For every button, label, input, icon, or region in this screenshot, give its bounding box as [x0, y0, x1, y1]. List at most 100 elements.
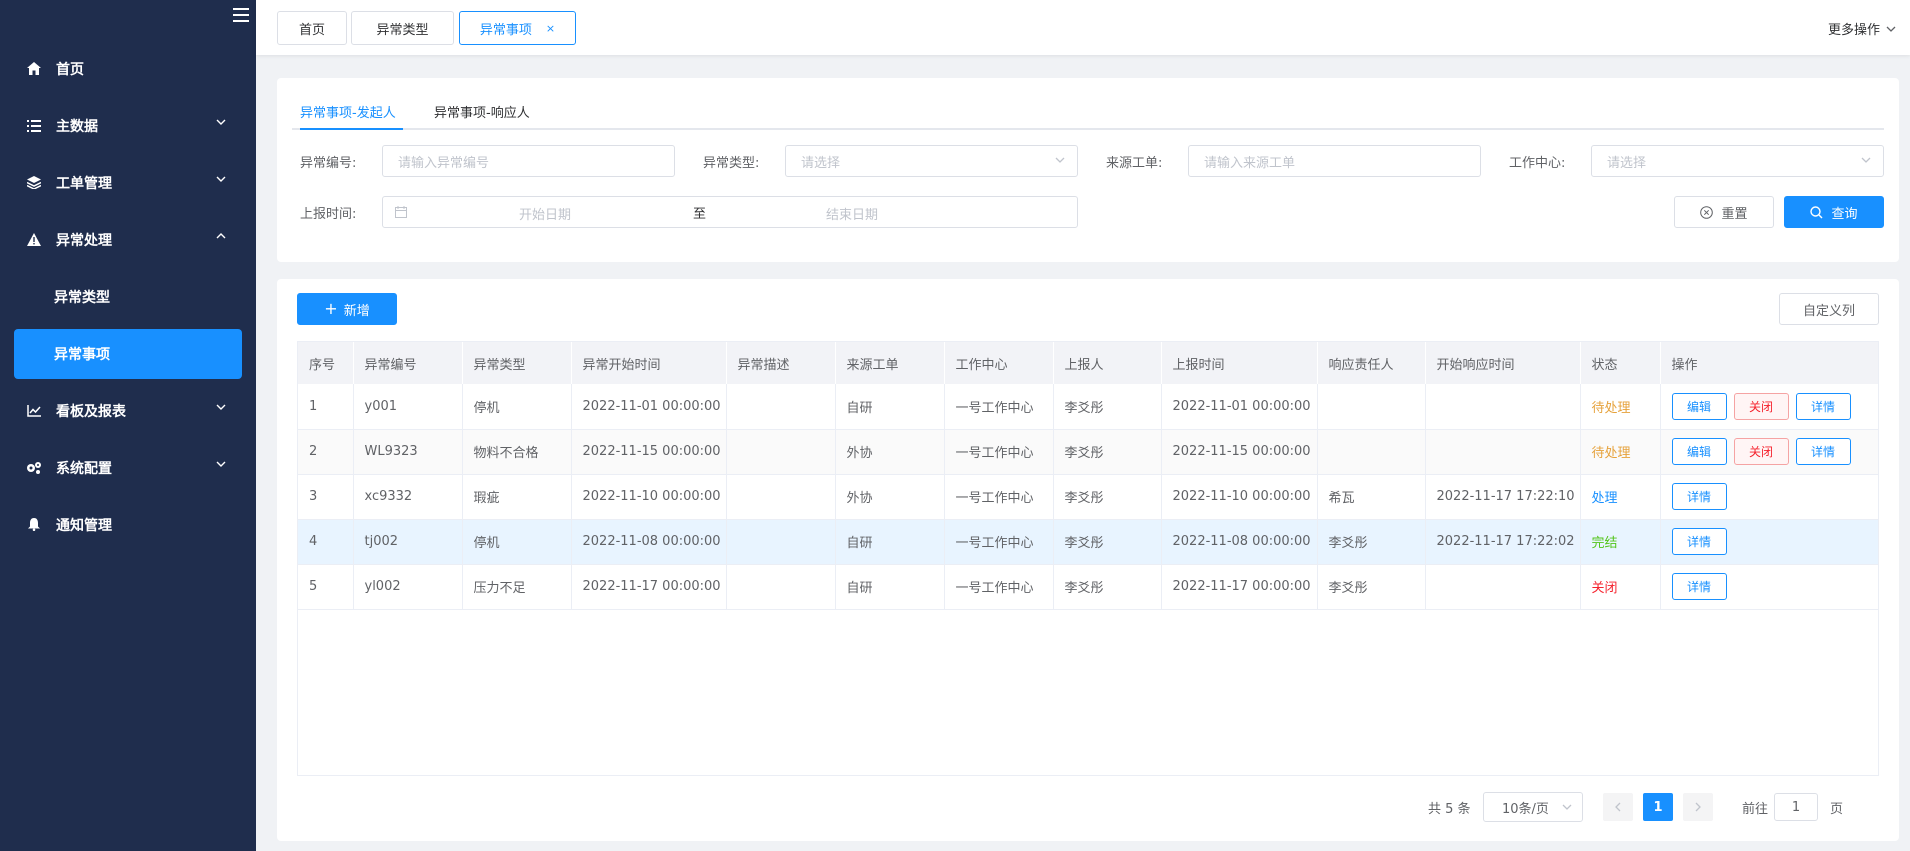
sidebar-subitem-exception-items[interactable]: 异常事项 — [14, 329, 242, 379]
cell-start: 2022-11-01 00:00:00 — [571, 384, 727, 430]
sidebar-item-exception-handling[interactable]: 异常处理 — [0, 211, 256, 268]
sidebar-item-notifications[interactable]: 通知管理 — [0, 496, 256, 553]
cell-type: 物料不合格 — [462, 429, 572, 475]
close-button[interactable]: 关闭 — [1733, 392, 1789, 420]
cell-code: y001 — [353, 384, 463, 430]
type-select[interactable]: 请选择 — [785, 145, 1078, 177]
cell-code: WL9323 — [353, 429, 463, 475]
column-header: 开始响应时间 — [1425, 342, 1581, 384]
cell-reporter: 李爻彤 — [1053, 384, 1162, 430]
add-button[interactable]: + 新增 — [297, 293, 397, 325]
table-row: 5 yl002 压力不足 2022-11-17 00:00:00 自研 一号工作… — [298, 564, 1878, 610]
sidebar-item-dashboards[interactable]: 看板及报表 — [0, 382, 256, 439]
cell-reporter: 李爻彤 — [1053, 519, 1162, 565]
sidebar-item-home[interactable]: 首页 — [0, 40, 256, 97]
prev-page-button[interactable] — [1603, 793, 1633, 821]
cell-center: 一号工作中心 — [944, 429, 1054, 475]
cell-resp-time — [1425, 429, 1581, 475]
column-header: 状态 — [1580, 342, 1661, 384]
next-page-button[interactable] — [1683, 793, 1713, 821]
cell-report-time: 2022-11-01 00:00:00 — [1161, 384, 1318, 430]
tab-responder[interactable]: 异常事项-响应人 — [434, 102, 530, 121]
type-label: 异常类型: — [703, 156, 760, 171]
code-label: 异常编号: — [300, 156, 357, 171]
cell-reporter: 李爻彤 — [1053, 564, 1162, 610]
sidebar-item-master-data[interactable]: 主数据 — [0, 97, 256, 154]
start-date-placeholder[interactable]: 开始日期 — [519, 204, 571, 223]
cell-resp-time: 2022-11-17 17:22:10 — [1425, 474, 1581, 520]
calendar-icon — [395, 206, 407, 218]
column-header: 异常开始时间 — [571, 342, 727, 384]
cell-report-time: 2022-11-17 00:00:00 — [1161, 564, 1318, 610]
reset-button[interactable]: 重置 — [1674, 196, 1774, 228]
sidebar-item-label: 异常处理 — [56, 232, 112, 249]
edit-button[interactable]: 编辑 — [1671, 438, 1727, 465]
end-date-placeholder[interactable]: 结束日期 — [826, 204, 878, 223]
cell-center: 一号工作中心 — [944, 519, 1054, 565]
tab-exception-types[interactable]: 异常类型 — [351, 11, 454, 45]
search-icon — [1810, 205, 1823, 218]
status-badge: 完结 — [1580, 519, 1661, 565]
sidebar-item-work-orders[interactable]: 工单管理 — [0, 154, 256, 211]
menu-toggle-icon[interactable] — [233, 8, 249, 22]
cell-type: 停机 — [462, 384, 572, 430]
goto-prefix: 前往 — [1742, 802, 1769, 817]
close-icon[interactable]: × — [546, 22, 555, 35]
cell-actions: 详情 — [1660, 474, 1878, 520]
page-number-button[interactable]: 1 — [1643, 793, 1673, 821]
sidebar-item-system-config[interactable]: 系统配置 — [0, 439, 256, 496]
chevron-down-icon — [216, 404, 226, 410]
column-header: 响应责任人 — [1317, 342, 1426, 384]
detail-button[interactable]: 详情 — [1795, 392, 1851, 420]
cell-actions: 编辑 关闭 详情 — [1660, 429, 1878, 475]
page-size-select[interactable]: 10条/页 — [1483, 792, 1583, 822]
sidebar-item-label: 看板及报表 — [56, 403, 126, 420]
custom-columns-button[interactable]: 自定义列 — [1779, 293, 1879, 325]
cell-desc — [726, 564, 836, 610]
column-header: 异常类型 — [462, 342, 572, 384]
cell-code: yl002 — [353, 564, 463, 610]
cell-reporter: 李爻彤 — [1053, 474, 1162, 520]
status-badge: 待处理 — [1580, 384, 1661, 430]
warning-icon — [26, 232, 42, 248]
gears-icon — [26, 460, 42, 476]
reset-icon — [1700, 205, 1714, 219]
goto-page-input[interactable]: 1 — [1774, 793, 1818, 821]
cell-responder: 李爻彤 — [1317, 564, 1426, 610]
cell-source: 外协 — [835, 429, 945, 475]
edit-button[interactable]: 编辑 — [1671, 392, 1727, 420]
detail-button[interactable]: 详情 — [1671, 528, 1727, 555]
chevron-down-icon — [216, 176, 226, 182]
sidebar-item-label: 主数据 — [56, 118, 98, 135]
tab-label: 异常事项-响应人 — [434, 106, 530, 121]
source-label: 来源工单: — [1106, 156, 1163, 171]
query-label: 查询 — [1831, 206, 1858, 222]
source-input[interactable]: 请输入来源工单 — [1188, 145, 1481, 177]
center-select[interactable]: 请选择 — [1591, 145, 1884, 177]
cell-source: 自研 — [835, 519, 945, 565]
plus-icon: + — [324, 299, 338, 318]
more-operations-dropdown[interactable]: 更多操作 — [1828, 19, 1896, 38]
detail-button[interactable]: 详情 — [1671, 573, 1727, 600]
detail-button[interactable]: 详情 — [1671, 483, 1727, 510]
tab-home[interactable]: 首页 — [277, 11, 347, 45]
exception-table: 序号 异常编号 异常类型 异常开始时间 异常描述 来源工单 工作中心 上报人 上… — [297, 341, 1879, 776]
reset-label: 重置 — [1721, 206, 1748, 222]
tab-initiator[interactable]: 异常事项-发起人 — [300, 102, 396, 121]
query-button[interactable]: 查询 — [1784, 196, 1884, 228]
tab-label: 首页 — [298, 22, 325, 38]
code-input[interactable]: 请输入异常编号 — [382, 145, 675, 177]
center-placeholder: 请选择 — [1607, 155, 1647, 171]
sidebar-item-label: 系统配置 — [56, 460, 112, 477]
tab-exception-items[interactable]: 异常事项 × — [459, 11, 576, 45]
chevron-down-icon — [1562, 804, 1572, 810]
cell-start: 2022-11-17 00:00:00 — [571, 564, 727, 610]
sidebar-menu: 首页 主数据 工单管理 异常处理 异常类型 异常事项 看板及报表 系统配置 通知… — [0, 40, 256, 553]
date-range-picker[interactable]: 开始日期 至 结束日期 — [382, 196, 1078, 228]
sidebar-subitem-exception-types[interactable]: 异常类型 — [0, 268, 256, 325]
cell-responder: 希瓦 — [1317, 474, 1426, 520]
detail-button[interactable]: 详情 — [1795, 438, 1851, 465]
close-button[interactable]: 关闭 — [1733, 438, 1789, 465]
cell-desc — [726, 519, 836, 565]
cell-actions: 详情 — [1660, 519, 1878, 565]
